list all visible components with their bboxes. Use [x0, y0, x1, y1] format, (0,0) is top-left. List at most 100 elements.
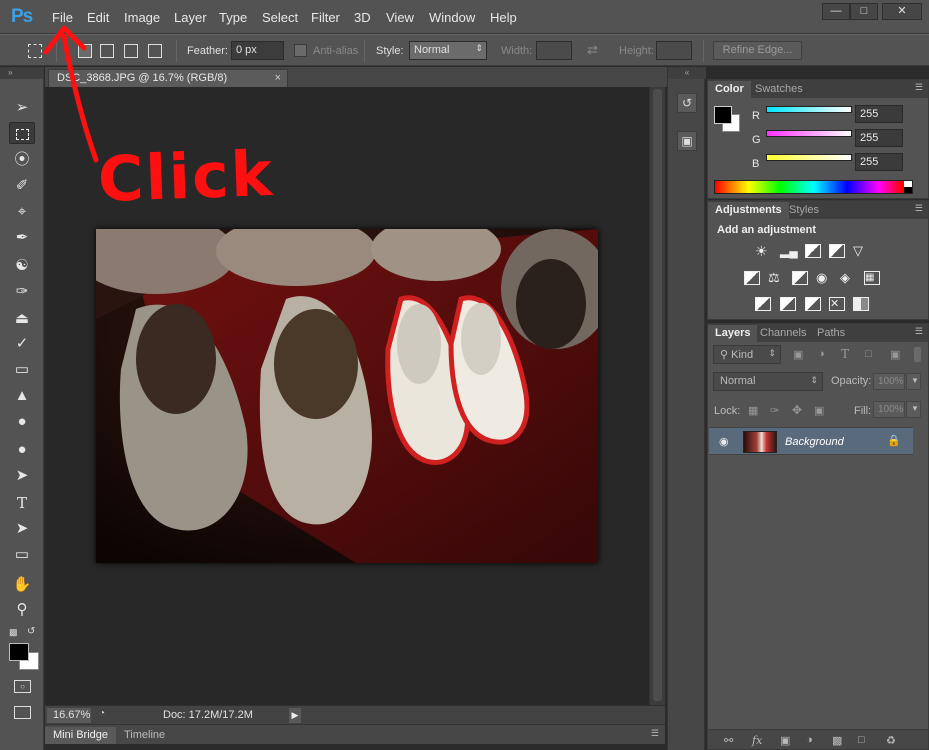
menu-3d[interactable]: 3D [354, 10, 371, 25]
filter-pixel-icon[interactable]: ▣ [793, 348, 803, 361]
vertical-scrollbar[interactable] [649, 87, 665, 705]
refine-edge-button[interactable]: Refine Edge... [713, 41, 802, 60]
new-adjustment-icon[interactable]: ◑ [806, 734, 813, 746]
tab-swatches[interactable]: Swatches [748, 81, 810, 98]
type-icon[interactable]: T [9, 492, 35, 514]
3d-panel-icon[interactable]: ▣ [677, 131, 697, 151]
quick-mask-icon[interactable]: ○ [14, 680, 31, 693]
healing-brush-icon[interactable]: ☯ [9, 255, 35, 277]
menu-help[interactable]: Help [490, 10, 517, 25]
style-select[interactable]: Normal ⇕ [409, 41, 487, 60]
panel-menu-icon[interactable]: ☰ [651, 728, 659, 739]
lock-all-icon[interactable]: ▣ [814, 404, 824, 417]
status-menu-arrow-icon[interactable]: ▶ [289, 708, 301, 723]
pen-icon[interactable]: ➤ [9, 465, 35, 487]
intersect-selection-icon[interactable] [148, 44, 162, 58]
panel-menu-icon[interactable]: ☰ [915, 203, 923, 214]
tab-mini-bridge[interactable]: Mini Bridge [45, 727, 117, 744]
layer-filter-select[interactable]: ⚲ Kind ⇕ [713, 345, 781, 364]
clone-stamp-icon[interactable]: ⏏ [9, 308, 35, 330]
menu-view[interactable]: View [386, 10, 414, 25]
channel-mixer-icon[interactable]: ◈ [840, 271, 856, 285]
default-colors-icon[interactable]: ▩ [9, 627, 18, 638]
add-selection-icon[interactable] [100, 44, 114, 58]
vibrance-icon[interactable]: ▽ [853, 244, 869, 258]
channel-g-slider[interactable] [766, 130, 852, 137]
lock-position-icon[interactable]: ✥ [792, 403, 802, 417]
brush-icon[interactable]: ✑ [9, 281, 35, 303]
minimize-icon[interactable]: — [822, 3, 850, 20]
opacity-input[interactable]: 100% [873, 373, 905, 390]
selective-color-icon[interactable] [853, 297, 869, 311]
screen-mode-icon[interactable] [14, 706, 31, 719]
curves-icon[interactable] [805, 244, 821, 258]
posterize-icon[interactable] [780, 297, 796, 311]
tab-channels[interactable]: Channels [753, 325, 813, 342]
layer-row[interactable]: ◉ Background 🔒 [709, 427, 913, 455]
channel-b-input[interactable]: 255 [855, 153, 903, 171]
link-layers-icon[interactable]: ⚯ [724, 734, 733, 747]
menu-edit[interactable]: Edit [87, 10, 109, 25]
tab-adjustments[interactable]: Adjustments [708, 202, 789, 219]
dodge-icon[interactable]: ● [9, 439, 35, 461]
menu-window[interactable]: Window [429, 10, 475, 25]
tab-color[interactable]: Color [708, 81, 751, 98]
antialias-checkbox[interactable] [294, 44, 307, 57]
scrollbar-thumb[interactable] [653, 89, 662, 701]
delete-layer-icon[interactable]: ♻ [886, 734, 896, 747]
opacity-dropdown-icon[interactable]: ▼ [906, 373, 921, 390]
quick-select-icon[interactable]: ✐ [9, 175, 35, 197]
photo-filter-icon[interactable]: ◉ [816, 271, 832, 285]
move-icon[interactable]: ➢ [9, 97, 35, 119]
maximize-icon[interactable]: □ [850, 3, 878, 20]
expand-panels-icon[interactable]: « [668, 67, 706, 79]
rect-marquee-icon[interactable] [9, 122, 35, 144]
paint-bucket-icon[interactable]: ▲ [9, 385, 35, 407]
tab-layers[interactable]: Layers [708, 325, 758, 342]
tab-paths[interactable]: Paths [810, 325, 852, 342]
filter-toggle[interactable] [914, 347, 921, 362]
filter-adjustment-icon[interactable]: ◑ [818, 348, 825, 360]
blend-mode-select[interactable]: Normal ⇕ [713, 372, 823, 391]
rect-marquee-preset-icon[interactable] [28, 44, 42, 58]
width-input[interactable] [536, 41, 572, 60]
filter-type-icon[interactable]: T [841, 347, 849, 361]
document-tab[interactable]: DSC_3868.JPG @ 16.7% (RGB/8) × [48, 69, 288, 87]
new-layer-icon[interactable]: □ [858, 734, 865, 746]
exposure-icon[interactable] [829, 244, 845, 258]
menu-layer[interactable]: Layer [174, 10, 207, 25]
height-input[interactable] [656, 41, 692, 60]
close-icon[interactable]: ✕ [882, 3, 922, 20]
channel-b-slider[interactable] [766, 154, 852, 161]
invert-icon[interactable] [755, 297, 771, 311]
history-panel-icon[interactable]: ↺ [677, 93, 697, 113]
layer-style-icon[interactable]: fx [752, 734, 762, 747]
crop-icon[interactable]: ⌖ [9, 201, 35, 223]
menu-image[interactable]: Image [124, 10, 160, 25]
rectangle-shape-icon[interactable]: ▭ [9, 544, 35, 566]
zoom-icon[interactable]: ⚲ [9, 599, 35, 621]
threshold-icon[interactable] [805, 297, 821, 311]
new-selection-icon[interactable] [78, 44, 92, 58]
brightness-icon[interactable]: ☀ [755, 244, 771, 258]
color-balance-icon[interactable]: ⚖ [768, 271, 784, 285]
eyedropper-icon[interactable]: ✒ [9, 227, 35, 249]
lock-transparent-icon[interactable]: ▦ [748, 404, 758, 417]
path-select-icon[interactable]: ➤ [9, 518, 35, 540]
swap-icon[interactable]: ⇄ [587, 42, 598, 58]
status-info-icon[interactable]: ◔ [99, 708, 105, 719]
menu-filter[interactable]: Filter [311, 10, 340, 25]
new-group-icon[interactable]: ▩ [832, 734, 842, 747]
fill-input[interactable]: 100% [873, 401, 905, 418]
tab-styles[interactable]: Styles [782, 202, 826, 219]
blur-icon[interactable]: ● [9, 411, 35, 433]
collapse-icon[interactable]: » [0, 67, 43, 79]
layer-name[interactable]: Background [785, 436, 844, 448]
menu-select[interactable]: Select [262, 10, 298, 25]
subtract-selection-icon[interactable] [124, 44, 138, 58]
channel-g-input[interactable]: 255 [855, 129, 903, 147]
hue-saturation-icon[interactable] [744, 271, 760, 285]
lock-pixels-icon[interactable]: ✑ [770, 404, 779, 417]
menu-type[interactable]: Type [219, 10, 247, 25]
panel-menu-icon[interactable]: ☰ [915, 82, 923, 93]
